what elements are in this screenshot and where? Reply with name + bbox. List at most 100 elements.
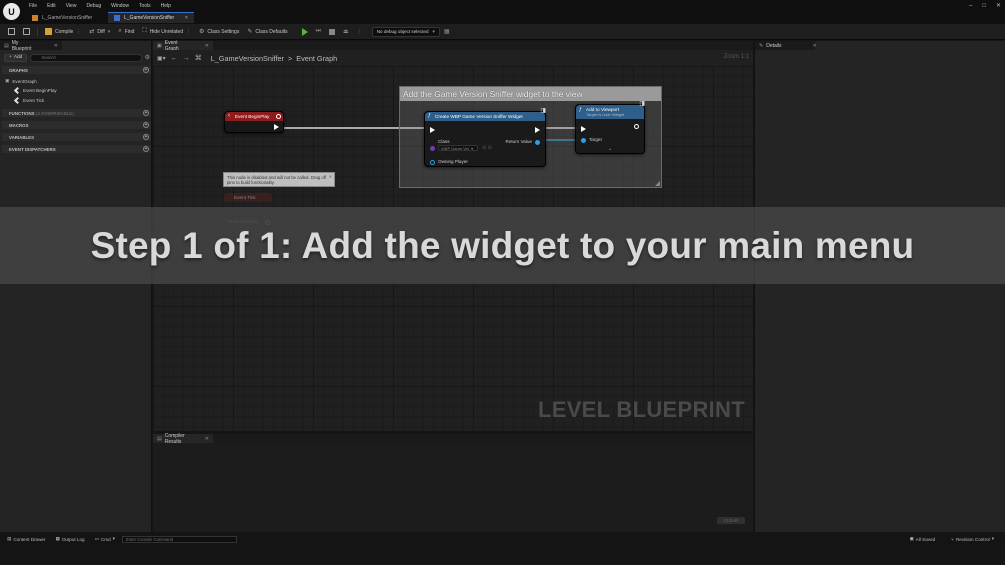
close-icon[interactable]: ✕ [329, 174, 332, 179]
functions-section-header[interactable]: FUNCTIONS (3 OVERRIDABLE) + [2, 109, 151, 117]
add-macro-icon[interactable]: + [143, 122, 149, 128]
details-tab[interactable]: ✎ Details ✕ [755, 41, 817, 50]
menu-edit[interactable]: Edit [42, 3, 61, 9]
delegate-pin[interactable] [276, 114, 281, 119]
exec-out-pin[interactable] [634, 124, 639, 129]
add-graph-icon[interactable]: + [143, 67, 149, 73]
menu-file[interactable]: File [24, 3, 42, 9]
breadcrumb-level[interactable]: L_GameVersionSniffer [211, 54, 284, 63]
debug-object-select[interactable]: No debug object selected ▾ [371, 26, 440, 37]
compile-button[interactable]: Compile ⋮ [41, 26, 85, 38]
exec-in-pin[interactable] [581, 126, 586, 132]
menu-tools[interactable]: Tools [134, 3, 156, 9]
more-options-icon[interactable]: ⋮ [186, 29, 191, 35]
cmd-button[interactable]: ▭ Cmd ▾ [92, 536, 118, 542]
event-beginplay-node[interactable]: Event BeginPlay ‹ [224, 111, 284, 133]
find-button[interactable]: ⌕ Find [114, 26, 138, 38]
exec-out-pin[interactable] [535, 127, 540, 133]
graph-navigation-bar: ▣▾ ← → ⌘ L_GameVersionSniffer > Event Gr… [153, 50, 753, 66]
content-drawer-button[interactable]: ▤ Content Drawer [4, 536, 49, 542]
macros-section-header[interactable]: MACROS + [2, 121, 151, 129]
close-window-icon[interactable]: ✕ [996, 2, 1001, 9]
doc-tab-level[interactable]: L_GameVersionSniffer [26, 12, 98, 23]
close-tab-icon[interactable]: ✕ [205, 43, 209, 49]
class-pin[interactable] [430, 146, 435, 151]
class-defaults-label: Class Defaults [255, 28, 288, 35]
class-select[interactable]: WBP Game Ver ▾ [438, 145, 478, 151]
save-icon [8, 28, 15, 35]
tree-item-event-beginplay[interactable]: Event BeginPlay [13, 86, 57, 95]
revision-control-label: Revision Control [955, 536, 990, 542]
class-settings-button[interactable]: ⚙ Class Settings [195, 26, 243, 38]
exec-out-pin[interactable] [274, 124, 279, 130]
menu-window[interactable]: Window [106, 3, 134, 9]
add-dispatcher-icon[interactable]: + [143, 146, 149, 152]
debug-filter-button[interactable]: ▦ [440, 26, 454, 38]
breadcrumb-graph[interactable]: Event Graph [296, 54, 337, 63]
add-function-icon[interactable]: + [143, 110, 149, 116]
save-button[interactable] [4, 26, 19, 38]
details-tab-label: Details [766, 42, 782, 49]
output-log-button[interactable]: ▦ Output Log [53, 536, 88, 542]
compiler-results-panel: CLEAR [153, 443, 753, 532]
back-arrow-icon[interactable]: ← [171, 55, 178, 62]
forward-arrow-icon[interactable]: → [183, 55, 190, 62]
create-widget-node[interactable]: Create WBP Game Version Sniffer Widget ƒ… [424, 108, 546, 167]
owning-player-pin[interactable] [430, 160, 435, 165]
add-button[interactable]: + Add [4, 53, 28, 62]
tree-item-event-tick[interactable]: Event Tick [13, 96, 44, 105]
close-tab-icon[interactable]: ✕ [184, 15, 188, 21]
close-tab-icon[interactable]: ✕ [205, 436, 209, 442]
panel-search-row: + Add ⚙ [4, 53, 150, 62]
hide-unrelated-button[interactable]: ⛶ Hide Unrelated ⋮ [138, 26, 195, 38]
console-command-input[interactable] [121, 535, 237, 543]
minimize-icon[interactable]: – [969, 3, 972, 9]
class-defaults-button[interactable]: ✎ Class Defaults [243, 26, 291, 38]
clear-button[interactable]: CLEAR [717, 517, 745, 524]
doc-tab-blueprint[interactable]: L_GameVersionSniffer ✕ [108, 12, 195, 23]
maximize-icon[interactable]: □ [982, 3, 986, 9]
hierarchy-icon[interactable]: ⌘ [195, 54, 202, 62]
event-dispatchers-section-header[interactable]: EVENT DISPATCHERS + [2, 145, 151, 153]
menu-view[interactable]: View [61, 3, 82, 9]
expand-chevron-icon[interactable]: ⌄ [608, 146, 612, 152]
compile-icon [45, 28, 52, 35]
target-pin[interactable] [581, 138, 586, 143]
close-tab-icon[interactable]: ✕ [54, 43, 58, 49]
menu-help[interactable]: Help [156, 3, 176, 9]
search-input[interactable] [30, 53, 142, 62]
unreal-logo-icon[interactable]: U [3, 3, 20, 20]
return-value-pin[interactable] [535, 140, 540, 145]
tree-item-eventgraph[interactable]: ▣ EventGraph [5, 78, 37, 84]
browse-button[interactable] [19, 26, 34, 38]
skip-icon: ⏭ [315, 28, 322, 34]
variables-header-label: VARIABLES [9, 134, 35, 140]
resize-handle-icon[interactable] [655, 181, 660, 186]
graphs-section-header[interactable]: GRAPHS + [2, 66, 151, 74]
play-options-button[interactable]: ⋮ [353, 26, 366, 38]
graph-menu-icon[interactable]: ▣▾ [157, 55, 166, 62]
play-icon [301, 27, 308, 36]
comment-title[interactable]: Add the Game Version Sniffer widget to t… [400, 87, 661, 101]
eject-button[interactable]: ⏏ [339, 26, 353, 38]
all-saved-button[interactable]: ▣ All Saved [906, 536, 938, 542]
exec-in-pin[interactable] [430, 127, 435, 133]
skip-button[interactable]: ⏭ [312, 26, 325, 38]
level-blueprint-watermark: LEVEL BLUEPRINT [537, 397, 745, 422]
browse-class-icon[interactable]: ⊙ ⊙ [482, 145, 492, 151]
play-button[interactable] [298, 26, 312, 38]
event-graph-tab[interactable]: ▣ Event Graph ✕ [153, 40, 213, 52]
toolbar: Compile ⋮ ⇄ Diff ▾ ⌕ Find ⛶ Hide Unrelat… [0, 24, 1005, 40]
variables-section-header[interactable]: VARIABLES + [2, 133, 151, 141]
add-to-viewport-node[interactable]: Add to Viewport Target is User Widget ƒ … [575, 101, 645, 154]
more-options-icon[interactable]: ⋮ [76, 29, 81, 35]
stop-button[interactable] [325, 26, 339, 38]
compiler-results-tab[interactable]: ▤ Compiler Results ✕ [153, 433, 213, 445]
menu-debug[interactable]: Debug [81, 3, 106, 9]
settings-gear-icon[interactable]: ⚙ [145, 54, 150, 61]
close-tab-icon[interactable]: ✕ [813, 43, 817, 49]
diff-button[interactable]: ⇄ Diff ▾ [85, 26, 114, 38]
add-variable-icon[interactable]: + [143, 134, 149, 140]
my-blueprint-tab[interactable]: ▤ My Blueprint ✕ [0, 40, 62, 52]
revision-control-button[interactable]: ⑂ Revision Control ▾ [948, 536, 997, 542]
